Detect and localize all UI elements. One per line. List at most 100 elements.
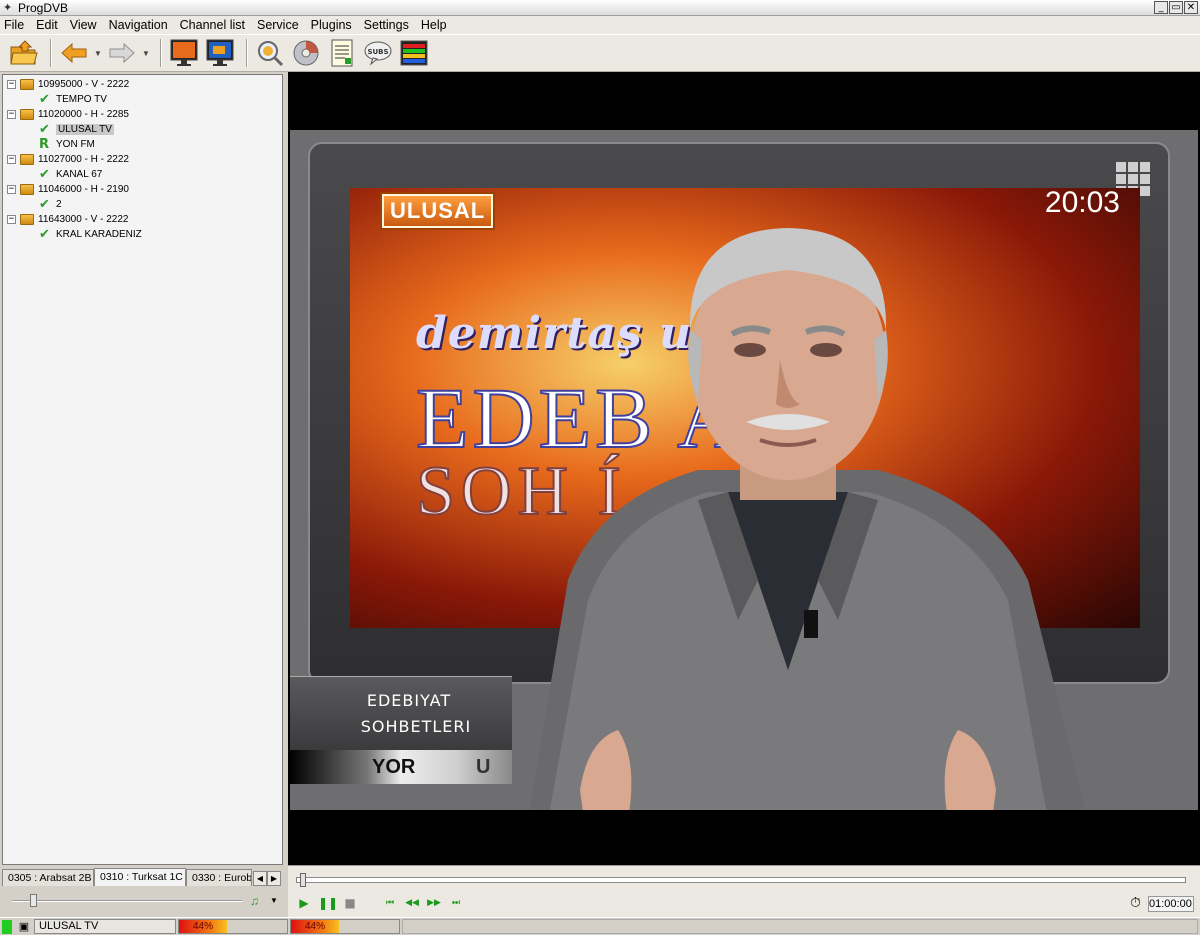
tree-transponder[interactable]: − 10995000 - V - 2222 (3, 77, 282, 92)
toolbar: ▼ ▼ SUBS (0, 34, 1200, 72)
menu-view[interactable]: View (70, 18, 97, 32)
signal-level-text: 44% (193, 921, 214, 932)
toolbar-separator (160, 39, 162, 67)
news-ticker: YOR U (290, 750, 512, 784)
pause-icon: ❚❚ (318, 896, 339, 910)
collapse-icon[interactable]: − (7, 110, 16, 119)
close-button[interactable]: ✕ (1184, 1, 1198, 14)
volume-row: ♫ ▼ (2, 890, 283, 912)
signal-level-bar: 44% (178, 919, 288, 934)
monitor-status-icon: ▣ (18, 920, 30, 933)
toolbar-separator (50, 39, 52, 67)
menu-plugins[interactable]: Plugins (311, 18, 352, 32)
forward-button[interactable] (106, 38, 138, 68)
seek-bar-thumb[interactable] (300, 873, 306, 887)
channel-label: YON FM (56, 139, 95, 150)
menu-file[interactable]: File (4, 18, 24, 32)
menu-edit[interactable]: Edit (36, 18, 58, 32)
collapse-icon[interactable]: − (7, 155, 16, 164)
channel-label: 2 (56, 199, 62, 210)
stop-button[interactable]: ■ (342, 895, 358, 911)
collapse-icon[interactable]: − (7, 185, 16, 194)
subtitles-button[interactable]: SUBS (362, 38, 394, 68)
channel-label: ULUSAL TV (56, 124, 114, 135)
channel-tree[interactable]: − 10995000 - V - 2222 ✔ TEMPO TV − 11020… (2, 74, 283, 865)
audio-dropdown-icon[interactable]: ▼ (270, 896, 278, 905)
tree-channel-selected[interactable]: ✔ ULUSAL TV (3, 122, 282, 137)
menu-help[interactable]: Help (421, 18, 447, 32)
maximize-button[interactable]: ▭ (1169, 1, 1183, 14)
ticker-text: YOR (372, 756, 416, 778)
satellite-tabs: 0305 : Arabsat 2B 0310 : Turksat 1C 0330… (2, 868, 283, 886)
skip-back-button[interactable]: ⏮ (382, 895, 398, 911)
transponder-folder-icon (20, 154, 34, 165)
tab-satellite[interactable]: 0330 : Eurobi (186, 869, 252, 886)
open-button[interactable] (8, 38, 40, 68)
menu-settings[interactable]: Settings (364, 18, 409, 32)
open-folder-icon (10, 40, 38, 65)
tree-channel[interactable]: R YON FM (3, 137, 282, 152)
tree-transponder[interactable]: − 11046000 - H - 2190 (3, 182, 282, 197)
epg-button[interactable] (326, 38, 358, 68)
status-ok-indicator (2, 919, 12, 934)
video-panel[interactable]: demirtaş un'la EDEB AT SOH Í ULUSAL 20:0… (288, 72, 1200, 865)
fast-forward-button[interactable]: ▶▶ (426, 895, 442, 911)
channel-list-panel: − 10995000 - V - 2222 ✔ TEMPO TV − 11020… (0, 72, 286, 917)
playback-controls: ▶ ❚❚ ■ ⏮ ◀◀ ▶▶ ⏭ ⏱ 01:00:00 (288, 865, 1200, 917)
tab-satellite-active[interactable]: 0310 : Turksat 1C (94, 868, 186, 886)
app-icon: ✦ (3, 1, 13, 14)
tree-channel[interactable]: ✔ TEMPO TV (3, 92, 282, 107)
window-title: ProgDVB (18, 0, 69, 15)
menu-service[interactable]: Service (257, 18, 299, 32)
pause-button[interactable]: ❚❚ (318, 895, 338, 911)
seek-bar[interactable] (296, 877, 1186, 883)
tv-channel-check-icon: ✔ (39, 197, 50, 212)
tv-channel-check-icon: ✔ (39, 167, 50, 182)
tree-channel[interactable]: ✔ 2 (3, 197, 282, 212)
tree-transponder[interactable]: − 11643000 - V - 2222 (3, 212, 282, 227)
menu-bar: File Edit View Navigation Channel list S… (0, 16, 1200, 34)
back-dropdown-icon[interactable]: ▼ (94, 49, 102, 58)
tv-channel-check-icon: ✔ (39, 92, 50, 107)
ticker-text-next: U (476, 756, 491, 778)
menu-navigation[interactable]: Navigation (109, 18, 168, 32)
channel-label: KRAL KARADENIZ (56, 229, 142, 240)
rewind-button[interactable]: ◀◀ (404, 895, 420, 911)
timer-field[interactable]: 01:00:00 (1148, 896, 1194, 912)
skip-forward-icon: ⏭ (451, 898, 461, 908)
skip-forward-button[interactable]: ⏭ (448, 895, 464, 911)
transponder-label: 11027000 - H - 2222 (38, 154, 129, 165)
transponder-folder-icon (20, 184, 34, 195)
tv-button[interactable] (168, 38, 200, 68)
signal-quality-bar: 44% (290, 919, 400, 934)
tree-transponder[interactable]: − 11027000 - H - 2222 (3, 152, 282, 167)
forward-dropdown-icon[interactable]: ▼ (142, 49, 150, 58)
play-button[interactable]: ▶ (296, 895, 312, 911)
collapse-icon[interactable]: − (7, 215, 16, 224)
tab-scroll-right-icon[interactable]: ▶ (267, 871, 281, 886)
tab-scroll-left-icon[interactable]: ◀ (253, 871, 267, 886)
tab-satellite[interactable]: 0305 : Arabsat 2B (2, 869, 94, 886)
timer-icon[interactable]: ⏱ (1130, 895, 1141, 911)
scan-button[interactable] (254, 38, 286, 68)
tree-transponder[interactable]: − 11020000 - H - 2285 (3, 107, 282, 122)
tree-channel[interactable]: ✔ KANAL 67 (3, 167, 282, 182)
minimize-button[interactable]: _ (1154, 1, 1168, 14)
back-button[interactable] (58, 38, 90, 68)
collapse-icon[interactable]: − (7, 80, 16, 89)
volume-slider-thumb[interactable] (29, 894, 37, 907)
record-button[interactable] (290, 38, 322, 68)
transponder-label: 10995000 - V - 2222 (38, 79, 130, 90)
radio-channel-icon: R (39, 137, 50, 152)
menu-channel-list[interactable]: Channel list (180, 18, 245, 32)
volume-slider[interactable] (12, 900, 242, 902)
speaker-icon[interactable]: ♫ (250, 894, 259, 908)
teletext-button[interactable] (398, 38, 430, 68)
transponder-folder-icon (20, 79, 34, 90)
transponder-folder-icon (20, 214, 34, 225)
channel-label: KANAL 67 (56, 169, 103, 180)
pc-monitor-icon (206, 39, 234, 66)
pc-button[interactable] (204, 38, 236, 68)
tree-channel[interactable]: ✔ KRAL KARADENIZ (3, 227, 282, 242)
channel-label: TEMPO TV (56, 94, 107, 105)
